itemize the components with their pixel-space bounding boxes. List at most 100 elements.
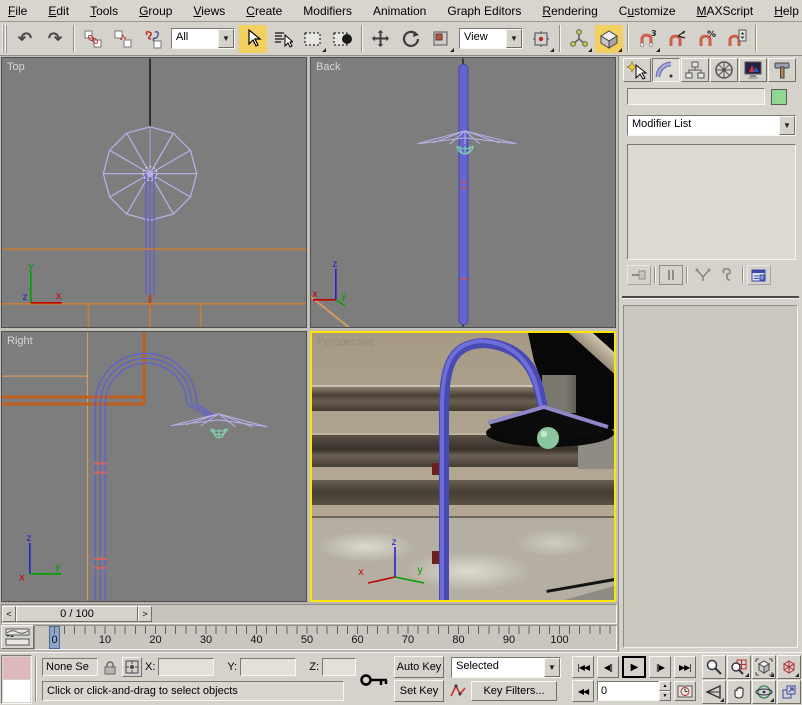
y-coordinate-input[interactable] [240, 658, 296, 676]
time-slider-handle[interactable]: 0 / 100 [16, 606, 138, 622]
window-crossing-toggle-button[interactable] [329, 25, 357, 53]
use-pivot-point-center-button[interactable] [527, 25, 555, 53]
mini-curve-editor-button[interactable] [1, 625, 34, 649]
track-bar: 0102030405060708090100 [1, 625, 617, 650]
percent-snap-button[interactable]: % [693, 25, 721, 53]
spinner-snap-button[interactable] [723, 25, 751, 53]
menu-item-rendering[interactable]: Rendering [542, 4, 597, 18]
arc-rotate-button[interactable] [752, 680, 776, 704]
zoom-all-button[interactable] [727, 655, 751, 679]
tab-create[interactable] [623, 58, 651, 82]
auto-key-button[interactable]: Auto Key [394, 656, 444, 678]
menu-item-animation[interactable]: Animation [373, 4, 426, 18]
select-and-manipulate-button[interactable] [565, 25, 593, 53]
select-and-scale-button[interactable] [427, 25, 455, 53]
trackbar-tick-60: 60 [351, 634, 363, 646]
unlink-selection-button[interactable] [109, 25, 137, 53]
menu-item-create[interactable]: Create [246, 4, 282, 18]
menu-item-file[interactable]: File [8, 4, 27, 18]
menu-item-edit[interactable]: Edit [48, 4, 69, 18]
set-key-button[interactable]: Set Key [394, 680, 444, 702]
tab-modify[interactable] [652, 58, 680, 82]
viewport-top-label[interactable]: Top [7, 61, 25, 73]
time-slider-next-button[interactable]: > [138, 606, 152, 622]
tab-display[interactable] [739, 58, 767, 82]
viewport-right-label[interactable]: Right [7, 335, 33, 347]
key-filters-button[interactable]: Key Filters... [471, 681, 557, 701]
menu-item-modifiers[interactable]: Modifiers [303, 4, 352, 18]
previous-frame-button[interactable]: ◀‖ [597, 656, 619, 678]
object-name-input[interactable] [627, 88, 765, 105]
current-frame-input[interactable] [597, 681, 659, 701]
time-slider: < 0 / 100 > [1, 604, 617, 624]
next-frame-button[interactable]: ‖▶ [649, 656, 671, 678]
menu-item-customize[interactable]: Customize [619, 4, 676, 18]
tab-motion[interactable] [710, 58, 738, 82]
show-end-result-button[interactable] [659, 265, 683, 285]
reference-coordinate-system-dropdown[interactable]: View▼ [459, 28, 523, 49]
make-unique-button[interactable] [691, 265, 715, 285]
rectangular-selection-region-button[interactable] [299, 25, 327, 53]
play-button[interactable]: ▶ [622, 656, 646, 678]
undo-button[interactable]: ↶ [11, 25, 39, 53]
viewport-right[interactable]: Right [1, 331, 307, 602]
menu-item-views[interactable]: Views [193, 4, 225, 18]
selection-lock-toggle[interactable] [101, 658, 119, 676]
go-to-start-button[interactable]: |◀◀ [572, 656, 594, 678]
modifier-stack-list[interactable] [627, 144, 796, 260]
bind-to-space-warp-button[interactable] [139, 25, 167, 53]
select-and-link-button[interactable] [79, 25, 107, 53]
toolbar-grip[interactable] [2, 25, 7, 53]
z-coordinate-input[interactable] [322, 658, 356, 676]
pan-button[interactable] [727, 680, 751, 704]
viewport-perspective-label[interactable]: Perspective [317, 336, 374, 348]
frame-spinner[interactable]: ▲▼ [659, 681, 671, 701]
go-to-end-button[interactable]: ▶▶| [674, 656, 696, 678]
zoom-extents-all-button[interactable] [777, 655, 801, 679]
select-by-name-button[interactable] [269, 25, 297, 53]
zoom-extents-button[interactable] [752, 655, 776, 679]
set-key-filters-curve-button[interactable] [448, 681, 468, 701]
clock-icon [677, 683, 693, 699]
redo-button[interactable]: ↷ [41, 25, 69, 53]
select-and-rotate-button[interactable] [397, 25, 425, 53]
menu-item-help[interactable]: Help [774, 4, 799, 18]
menu-item-maxscript[interactable]: MAXScript [697, 4, 754, 18]
key-mode-dropdown[interactable]: Selected▼ [451, 657, 561, 678]
tab-hierarchy[interactable] [681, 58, 709, 82]
snaps-toggle-button[interactable] [595, 25, 623, 53]
x-coordinate-input[interactable] [158, 658, 214, 676]
viewport-back-label[interactable]: Back [316, 61, 340, 73]
select-and-move-button[interactable] [367, 25, 395, 53]
modifier-list-dropdown[interactable]: Modifier List ▼ [627, 115, 796, 136]
menu-item-tools[interactable]: Tools [90, 4, 118, 18]
configure-modifier-sets-button[interactable] [747, 265, 771, 285]
track-bar-ruler[interactable]: 0102030405060708090100 [34, 625, 617, 650]
menu-item-graph-editors[interactable]: Graph Editors [447, 4, 521, 18]
time-slider-prev-button[interactable]: < [2, 606, 16, 622]
angle-snap-button[interactable] [663, 25, 691, 53]
zoom-button[interactable] [702, 655, 726, 679]
remove-modifier-button[interactable] [715, 265, 739, 285]
axis-gizmo-perspective: z x y [358, 537, 424, 583]
set-keys-button[interactable] [358, 657, 390, 703]
viewport-top[interactable]: Top [1, 57, 307, 328]
viewport-back[interactable]: Back [310, 57, 616, 328]
svg-text:y: y [417, 565, 423, 576]
pin-stack-button[interactable] [627, 265, 651, 285]
object-color-swatch[interactable] [771, 89, 787, 105]
macro-recorder-pane[interactable] [3, 657, 30, 679]
min-max-toggle-button[interactable] [777, 680, 801, 704]
selection-filter-dropdown[interactable]: All▼ [171, 28, 235, 49]
viewport-perspective[interactable]: Perspective [310, 331, 616, 602]
field-of-view-button[interactable] [702, 680, 726, 704]
tab-utilities[interactable] [768, 58, 796, 82]
lamp-model[interactable]: z x y [312, 333, 614, 600]
listener-pane[interactable] [3, 680, 30, 702]
key-mode-toggle-button[interactable]: ◀◀ [572, 680, 594, 702]
time-configuration-button[interactable] [674, 681, 696, 701]
absolute-mode-toggle[interactable] [122, 657, 142, 677]
snap-3d-button[interactable]: 3 [633, 25, 661, 53]
menu-item-group[interactable]: Group [139, 4, 172, 18]
select-object-button[interactable] [239, 25, 267, 53]
